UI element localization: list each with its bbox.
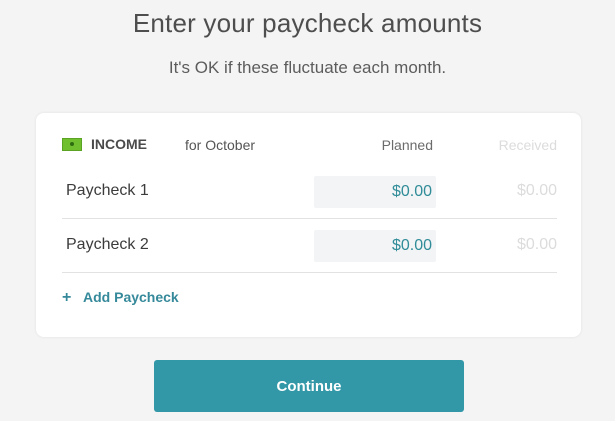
continue-button[interactable]: Continue [154, 360, 464, 412]
received-amount: $0.00 [516, 236, 557, 253]
column-header-received: Received [498, 137, 557, 153]
column-header-planned: Planned [381, 137, 433, 153]
page-subtitle: It's OK if these fluctuate each month. [168, 58, 447, 77]
income-card-header: INCOME for October Planned Received [62, 136, 557, 156]
planned-amount-input[interactable] [314, 176, 436, 208]
income-card: INCOME for October Planned Received Payc… [36, 113, 581, 337]
paycheck-row: Paycheck 1 $0.00 [62, 164, 557, 219]
add-paycheck-label: Add Paycheck [83, 289, 179, 305]
money-icon [62, 138, 82, 151]
add-paycheck-button[interactable]: + Add Paycheck [62, 289, 179, 307]
planned-amount-input[interactable] [314, 230, 436, 262]
paycheck-label[interactable]: Paycheck 2 [66, 236, 149, 254]
income-section-label: INCOME [91, 136, 147, 152]
paycheck-label[interactable]: Paycheck 1 [66, 182, 149, 200]
received-amount: $0.00 [516, 182, 557, 199]
plus-icon: + [62, 289, 72, 306]
income-month-label: for October [185, 137, 256, 153]
page-title: Enter your paycheck amounts [132, 8, 483, 38]
paycheck-row: Paycheck 2 $0.00 [62, 218, 557, 273]
